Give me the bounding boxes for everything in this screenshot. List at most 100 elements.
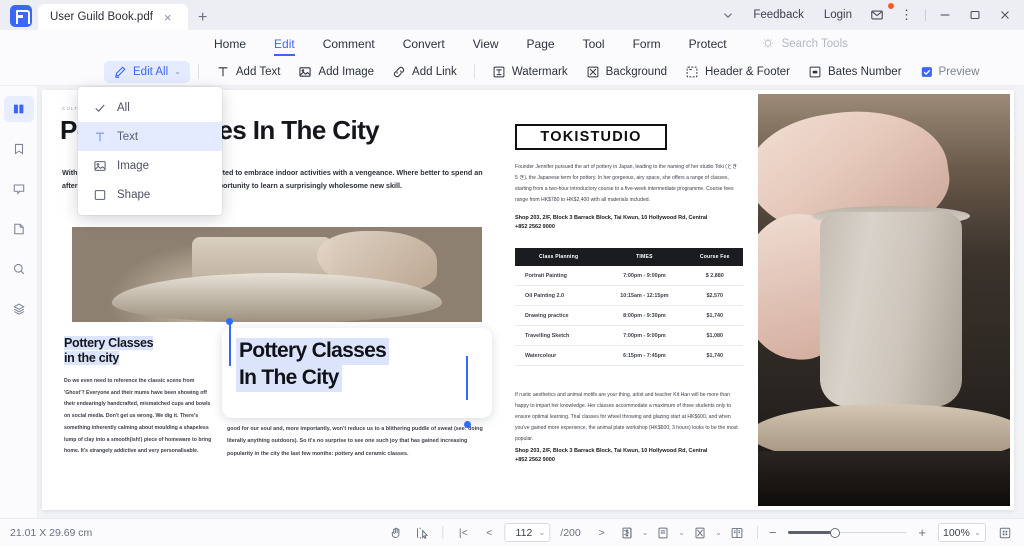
cell-time: 10:15am - 12:15pm bbox=[602, 286, 686, 306]
address-2-line-2: +852 2562 9000 bbox=[515, 456, 751, 465]
text-icon bbox=[92, 129, 107, 144]
next-page-button[interactable]: > bbox=[591, 523, 613, 543]
view-controls: ⌄ ⌄ ⌄ − bbox=[616, 523, 1016, 543]
zoom-slider[interactable] bbox=[788, 526, 906, 540]
login-button[interactable]: Login bbox=[814, 6, 862, 24]
dropdown-item-all[interactable]: All bbox=[78, 93, 222, 122]
left-column-body[interactable]: Do we even need to reference the classic… bbox=[64, 376, 216, 458]
sidebar-item-bookmarks[interactable] bbox=[4, 136, 34, 162]
menu-item-tool[interactable]: Tool bbox=[569, 34, 619, 54]
chevron-down-icon[interactable] bbox=[713, 5, 743, 25]
page-layout-icon[interactable] bbox=[652, 523, 674, 543]
mid-column-body[interactable]: good for our soul and, more importantly,… bbox=[227, 423, 492, 460]
pottery-photo-right bbox=[758, 94, 1010, 506]
add-text-label: Add Text bbox=[236, 66, 281, 78]
minimize-icon[interactable] bbox=[930, 5, 960, 25]
page-icon bbox=[12, 222, 26, 236]
total-pages-label: /200 bbox=[560, 527, 580, 539]
status-divider-2 bbox=[757, 526, 758, 539]
menu-item-convert[interactable]: Convert bbox=[389, 34, 459, 54]
first-page-button[interactable]: |< bbox=[452, 523, 474, 543]
feedback-button[interactable]: Feedback bbox=[743, 6, 814, 24]
dropdown-item-shape[interactable]: Shape bbox=[78, 180, 222, 209]
chevron-down-icon[interactable]: ⌄ bbox=[715, 528, 722, 537]
zoom-slider-knob[interactable] bbox=[830, 528, 840, 538]
hand-tool-icon[interactable] bbox=[385, 523, 407, 543]
notifications-icon[interactable] bbox=[862, 5, 892, 25]
table-header-class: Class Planning bbox=[515, 248, 602, 266]
toolbar-divider bbox=[198, 64, 199, 79]
maximize-icon[interactable] bbox=[960, 5, 990, 25]
sidebar-item-pages[interactable] bbox=[4, 216, 34, 242]
menu-item-home[interactable]: Home bbox=[200, 34, 260, 54]
selected-textbox[interactable]: Pottery Classes In The City bbox=[222, 328, 492, 418]
page-display-icon[interactable] bbox=[689, 523, 711, 543]
status-divider bbox=[442, 526, 443, 539]
toolbar-divider-2 bbox=[474, 64, 475, 79]
menu-item-protect[interactable]: Protect bbox=[675, 34, 741, 54]
fullscreen-icon[interactable] bbox=[994, 523, 1016, 543]
chevron-down-icon[interactable]: ⌄ bbox=[678, 528, 685, 537]
edit-all-dropdown[interactable]: All Text Image Shape bbox=[78, 87, 222, 215]
sidebar-item-layers[interactable] bbox=[4, 296, 34, 322]
sidebar-item-comments[interactable] bbox=[4, 176, 34, 202]
table-header-times: TIMES bbox=[602, 248, 686, 266]
close-tab-icon[interactable]: × bbox=[161, 11, 175, 24]
menu-item-page[interactable]: Page bbox=[513, 34, 569, 54]
add-text-button[interactable]: Add Text bbox=[207, 61, 290, 83]
search-icon bbox=[12, 262, 26, 276]
sidebar-item-search[interactable] bbox=[4, 256, 34, 282]
fit-height-icon[interactable] bbox=[616, 523, 638, 543]
cell-time: 7:00pm - 9:00pm bbox=[602, 266, 686, 286]
dropdown-item-all-label: All bbox=[117, 102, 130, 114]
menu-item-edit[interactable]: Edit bbox=[260, 34, 309, 54]
select-tool-icon[interactable] bbox=[411, 523, 433, 543]
zoom-in-button[interactable]: + bbox=[916, 525, 928, 540]
add-image-button[interactable]: Add Image bbox=[289, 61, 383, 83]
watermark-button[interactable]: Watermark bbox=[483, 61, 577, 83]
title-bar: User Guild Book.pdf × + Feedback Login ⋮ bbox=[0, 0, 1024, 30]
cell-fee: $1,740 bbox=[686, 306, 743, 326]
two-page-view-icon[interactable] bbox=[726, 523, 748, 543]
background-button[interactable]: Background bbox=[577, 61, 676, 83]
more-options-icon[interactable]: ⋮ bbox=[892, 4, 921, 26]
dropdown-item-text[interactable]: Text bbox=[78, 122, 222, 151]
chevron-down-icon: ⌄ bbox=[539, 528, 546, 537]
right-column-address-2[interactable]: Shop 203, 2/F, Block 3 Barrack Block, Ta… bbox=[515, 447, 751, 466]
zoom-out-button[interactable]: − bbox=[767, 525, 779, 540]
new-tab-icon[interactable]: + bbox=[198, 10, 207, 26]
dropdown-item-image[interactable]: Image bbox=[78, 151, 222, 180]
page-number-value: 112 bbox=[516, 527, 533, 539]
sidebar-item-thumbnails[interactable] bbox=[4, 96, 34, 122]
edit-all-button[interactable]: Edit All ⌄ bbox=[104, 61, 190, 83]
right-column-address-1[interactable]: Shop 203, 2/F, Block 3 Barrack Block, Ta… bbox=[515, 214, 751, 233]
menu-item-comment[interactable]: Comment bbox=[309, 34, 389, 54]
link-icon bbox=[392, 65, 406, 79]
zoom-level-select[interactable]: 100% ⌄ bbox=[938, 523, 986, 542]
right-column-body-1[interactable]: Founder Jennifer pursued the art of pott… bbox=[515, 162, 739, 206]
add-link-button[interactable]: Add Link bbox=[383, 61, 466, 83]
search-tools[interactable]: Search Tools bbox=[761, 37, 848, 51]
layers-icon bbox=[12, 302, 26, 316]
bates-number-button[interactable]: Bates Number bbox=[799, 61, 911, 83]
thumbnails-icon bbox=[12, 102, 26, 116]
preview-label: Preview bbox=[939, 66, 980, 78]
page-number-input[interactable]: 112 ⌄ bbox=[504, 523, 550, 542]
table-row: Drawing practice 8:00pm - 9:30pm $1,740 bbox=[515, 306, 743, 326]
menu-item-form[interactable]: Form bbox=[619, 34, 675, 54]
background-label: Background bbox=[606, 66, 667, 78]
chevron-down-icon[interactable]: ⌄ bbox=[642, 528, 649, 537]
left-column-title-line1: Pottery Classes bbox=[64, 336, 153, 350]
menu-item-view[interactable]: View bbox=[459, 34, 513, 54]
preview-checkbox[interactable]: Preview bbox=[911, 61, 989, 83]
close-window-icon[interactable] bbox=[990, 5, 1024, 25]
prev-page-button[interactable]: < bbox=[478, 523, 500, 543]
address-1-line-1: Shop 203, 2/F, Block 3 Barrack Block, Ta… bbox=[515, 214, 751, 223]
selection-handle-top-left[interactable] bbox=[226, 318, 233, 325]
dropdown-item-text-label: Text bbox=[117, 131, 138, 143]
header-footer-button[interactable]: Header & Footer bbox=[676, 61, 799, 83]
left-column-title[interactable]: Pottery Classes in the city bbox=[64, 336, 214, 367]
pencil-icon bbox=[113, 65, 127, 79]
document-tab[interactable]: User Guild Book.pdf × bbox=[38, 4, 188, 30]
right-column-body-2[interactable]: If rustic aesthetics and animal motifs a… bbox=[515, 390, 741, 445]
